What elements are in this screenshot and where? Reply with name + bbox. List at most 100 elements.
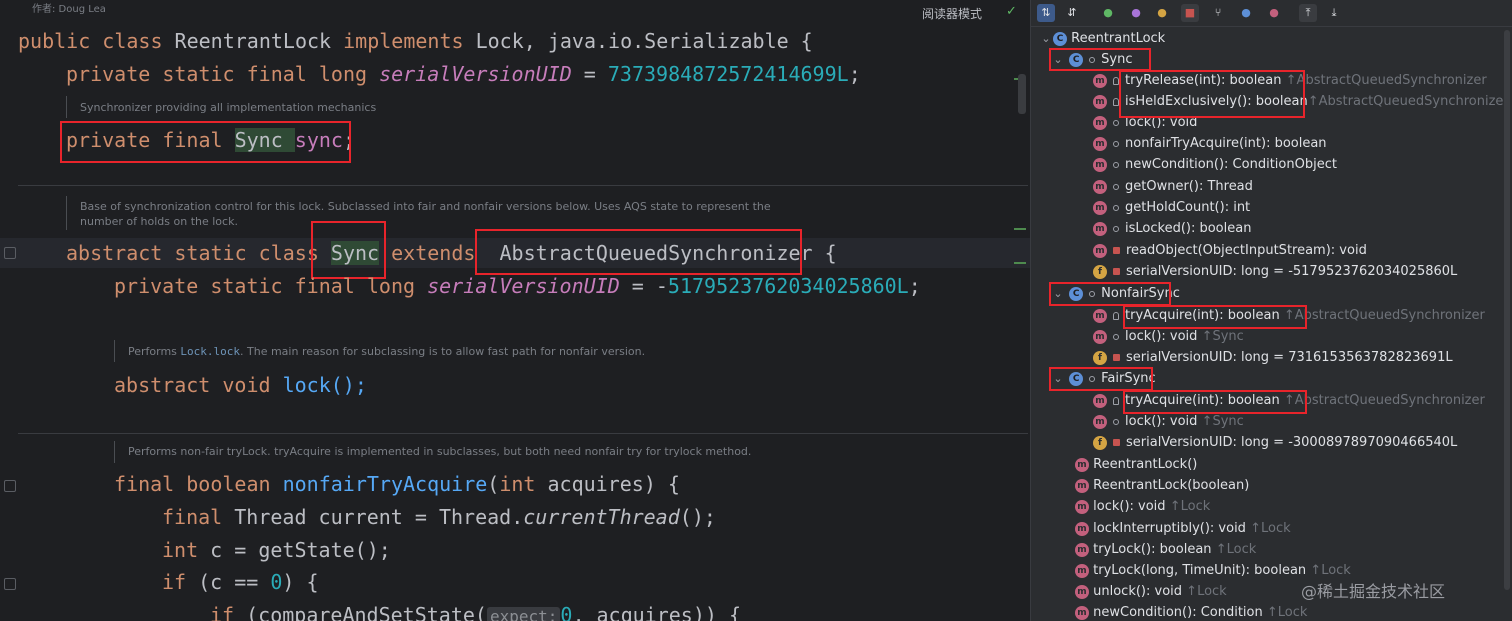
package-visibility-icon (1113, 225, 1119, 232)
method-icon: m (1075, 542, 1089, 557)
show-lambda-icon[interactable]: ● (1265, 4, 1283, 22)
tree-item[interactable]: m readObject(ObjectInputStream): void (1093, 240, 1367, 261)
method-icon: m (1093, 243, 1107, 258)
structure-scrollbar[interactable] (1504, 30, 1510, 590)
tree-item[interactable]: m tryAcquire(int): boolean ↑AbstractQueue… (1093, 305, 1485, 326)
structure-panel: ⇅ ⇵ ● ● ● ■ ⑂ ● ● ⤒ ⤓ ⌄ C ReentrantLock ⌄… (1030, 0, 1512, 621)
chevron-down-icon[interactable]: ⌄ (1051, 49, 1065, 70)
method-icon: m (1093, 221, 1107, 236)
doc-comment: Base of synchronization control for this… (80, 200, 771, 213)
chevron-down-icon[interactable]: ⌄ (1039, 28, 1053, 49)
tree-root[interactable]: ⌄ C ReentrantLock (1039, 28, 1165, 49)
tree-item[interactable]: m nonfairTryAcquire(int): boolean (1093, 133, 1327, 154)
method-icon: m (1075, 584, 1089, 599)
field-icon: f (1093, 350, 1107, 365)
expand-all-icon[interactable]: ⤒ (1299, 4, 1317, 22)
doc-comment: number of holds on the lock. (80, 215, 238, 228)
doc-bar (66, 96, 67, 118)
fold-icon[interactable] (4, 480, 16, 492)
checkmark-icon: ✓ (1006, 4, 1017, 19)
separator (18, 185, 1028, 186)
sync-class-line[interactable]: abstract static class Sync extends Abstr… (66, 240, 837, 266)
method-icon: m (1093, 157, 1107, 172)
tree-item[interactable]: m lock(): void ↑Sync (1093, 411, 1244, 432)
collapse-all-icon[interactable]: ⤓ (1325, 4, 1343, 22)
current-thread-line[interactable]: final Thread current = Thread.currentThr… (162, 504, 716, 530)
tree-item[interactable]: m tryRelease(int): boolean ↑AbstractQueue… (1093, 70, 1487, 91)
method-icon: m (1075, 605, 1089, 620)
package-visibility-icon (1113, 333, 1119, 340)
sync-field-line[interactable]: private final Sync sync; (66, 127, 355, 153)
sort-alpha-icon[interactable]: ⇅ (1037, 4, 1055, 22)
tree-item[interactable]: f serialVersionUID: long = 73161535637828… (1093, 347, 1453, 368)
class-declaration-line[interactable]: public class ReentrantLock implements Lo… (18, 28, 813, 54)
serial-version-line[interactable]: private static final long serialVersionU… (66, 61, 861, 87)
tree-item[interactable]: m isHeldExclusively(): boolean↑AbstractQu… (1093, 91, 1509, 112)
fold-icon[interactable] (4, 578, 16, 590)
show-inherited-icon[interactable]: ● (1099, 4, 1117, 22)
show-properties-icon[interactable]: ● (1127, 4, 1145, 22)
method-icon: m (1075, 478, 1089, 493)
show-fields-icon[interactable]: ● (1153, 4, 1171, 22)
tree-item[interactable]: m lock(): void (1093, 112, 1197, 133)
method-icon: m (1075, 499, 1089, 514)
editor-scrollbar[interactable] (1018, 74, 1026, 114)
change-marker (1014, 262, 1026, 264)
method-icon: m (1093, 414, 1107, 429)
method-icon: m (1075, 563, 1089, 578)
sort-type-icon[interactable]: ⇵ (1063, 4, 1081, 22)
get-state-line[interactable]: int c = getState(); (162, 537, 391, 563)
method-icon: m (1093, 136, 1107, 151)
doc-bar (114, 441, 115, 463)
watermark: @稀土掘金技术社区 (1301, 582, 1446, 601)
tree-item[interactable]: m isLocked(): boolean (1093, 218, 1251, 239)
package-visibility-icon (1113, 140, 1119, 147)
code-editor[interactable]: 作者: Doug Lea 阅读器模式 ✓ public class Reentr… (0, 0, 1030, 621)
method-icon: m (1093, 393, 1107, 408)
class-icon: C (1069, 286, 1084, 301)
doc-comment: Performs Lock.lock. The main reason for … (128, 345, 646, 358)
protected-icon (1113, 396, 1119, 405)
show-lambdas-icon[interactable]: ● (1237, 4, 1255, 22)
tree-item[interactable]: m getHoldCount(): int (1093, 197, 1250, 218)
nonfair-try-acquire-line[interactable]: final boolean nonfairTryAcquire(int acqu… (114, 471, 680, 497)
method-icon: m (1075, 521, 1089, 536)
abstract-lock-line[interactable]: abstract void lock(); (114, 372, 367, 398)
tree-item[interactable]: m tryAcquire(int): boolean ↑AbstractQueue… (1093, 390, 1485, 411)
show-nonpublic-icon[interactable]: ■ (1181, 4, 1199, 22)
chevron-down-icon[interactable]: ⌄ (1051, 283, 1065, 304)
tree-item[interactable]: f serialVersionUID: long = -5179523762034… (1093, 261, 1457, 282)
package-visibility-icon (1113, 204, 1119, 211)
tree-item[interactable]: m newCondition(): ConditionObject (1093, 154, 1337, 175)
tree-item[interactable]: m lock(): void ↑Sync (1093, 326, 1244, 347)
chevron-down-icon[interactable]: ⌄ (1051, 368, 1065, 389)
class-icon: C (1069, 371, 1084, 386)
tree-item[interactable]: f serialVersionUID: long = -3000897897090… (1093, 432, 1457, 453)
tree-group-sync[interactable]: ⌄ C Sync (1051, 49, 1132, 70)
show-anonymous-icon[interactable]: ⑂ (1209, 4, 1227, 22)
tree-item[interactable]: m lock(): void ↑Lock (1075, 496, 1210, 517)
tree-item[interactable]: m unlock(): void ↑Lock (1075, 581, 1227, 602)
tree-item[interactable]: m ReentrantLock(boolean) (1075, 475, 1249, 496)
if-c-zero-line[interactable]: if (c == 0) { (162, 569, 319, 595)
doc-bar (114, 340, 115, 362)
package-visibility-icon (1113, 418, 1119, 425)
fold-icon[interactable] (4, 247, 16, 259)
tree-item[interactable]: m ReentrantLock() (1075, 454, 1197, 475)
method-icon: m (1093, 179, 1107, 194)
tree-group-fairsync[interactable]: ⌄ C FairSync (1051, 368, 1155, 389)
tree-group-nonfairsync[interactable]: ⌄ C NonfairSync (1051, 283, 1180, 304)
package-visibility-icon (1113, 161, 1119, 168)
separator (18, 433, 1028, 434)
tree-item[interactable]: m getOwner(): Thread (1093, 176, 1253, 197)
tree-item[interactable]: m newCondition(): Condition ↑Lock (1075, 602, 1307, 621)
private-icon (1113, 268, 1120, 275)
method-icon: m (1093, 308, 1107, 323)
method-icon: m (1093, 94, 1107, 109)
sync-serial-line[interactable]: private static final long serialVersionU… (114, 273, 921, 299)
tree-item[interactable]: m lockInterruptibly(): void ↑Lock (1075, 518, 1291, 539)
reader-mode-button[interactable]: 阅读器模式 (922, 5, 982, 22)
compare-and-set-line[interactable]: if (compareAndSetState(expect: 0, acquire… (210, 602, 741, 621)
tree-item[interactable]: m tryLock(): boolean ↑Lock (1075, 539, 1256, 560)
class-icon: C (1069, 52, 1084, 67)
